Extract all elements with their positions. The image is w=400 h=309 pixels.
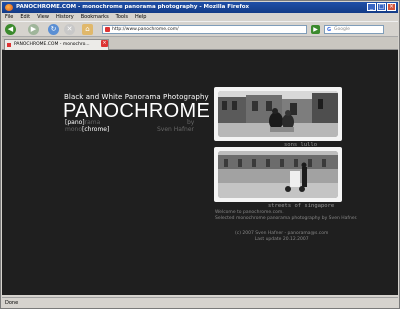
photo-streets-of-singapore-image <box>218 151 338 198</box>
panorama-image-2 <box>218 151 338 198</box>
close-button[interactable]: × <box>387 3 396 11</box>
word-mono: mono <box>65 126 82 133</box>
photo-streets-of-singapore[interactable] <box>214 147 342 202</box>
title-bar: PANOCHROME.COM - monochrome panorama pho… <box>2 2 398 13</box>
byline-by: by <box>187 119 195 126</box>
photo-sons-lullo-image <box>218 91 338 137</box>
google-icon: G <box>327 27 332 33</box>
menu-bar: File Edit View History Bookmarks Tools H… <box>2 13 398 21</box>
search-placeholder: Google <box>334 27 350 32</box>
menu-help[interactable]: Help <box>135 13 146 21</box>
photo-streets-caption: streets of singapore <box>268 203 335 209</box>
word-pano: [pano] <box>65 119 85 126</box>
panorama-image-1 <box>218 91 338 137</box>
word-rama: rama <box>84 119 101 126</box>
last-update-line: Last update 20.12.2007 <box>254 237 309 242</box>
address-bar[interactable]: http://www.panochrome.com/ <box>102 25 307 34</box>
tab-close-icon[interactable]: × <box>101 40 108 47</box>
wordplay-line-1: [pano]rama <box>65 119 100 126</box>
maximize-button[interactable]: □ <box>377 3 386 11</box>
menu-bookmarks[interactable]: Bookmarks <box>81 13 109 21</box>
welcome-line-2: Selected monochrome panorama photography… <box>215 216 358 221</box>
page-content: Black and White Panorama Photography PAN… <box>2 50 398 295</box>
address-bar-text: http://www.panochrome.com/ <box>112 27 179 32</box>
window-title: PANOCHROME.COM - monochrome panorama pho… <box>16 4 250 10</box>
back-arrow-icon[interactable]: ◀ <box>5 24 16 35</box>
go-button[interactable]: ▶ <box>311 25 320 34</box>
menu-view[interactable]: View <box>37 13 49 21</box>
menu-edit[interactable]: Edit <box>20 13 30 21</box>
browser-window: PANOCHROME.COM - monochrome panorama pho… <box>0 0 400 309</box>
window-controls: _ □ × <box>367 3 396 11</box>
menu-history[interactable]: History <box>56 13 74 21</box>
page-footer: (c) 2007 Sven Hafner - panorama@s.com La… <box>235 231 328 243</box>
menu-file[interactable]: File <box>5 13 13 21</box>
photo-sons-lullo[interactable] <box>214 87 342 141</box>
stop-icon[interactable]: ✕ <box>64 24 75 35</box>
word-chrome: [chrome] <box>82 126 110 133</box>
tab-strip: PANOCHROME.COM - monochro... × <box>2 37 398 50</box>
reload-icon[interactable]: ↻ <box>48 24 59 35</box>
search-input[interactable]: G Google <box>324 25 384 34</box>
firefox-icon <box>5 4 13 11</box>
home-icon[interactable]: ⌂ <box>82 24 93 35</box>
tab-label: PANOCHROME.COM - monochro... <box>14 42 90 47</box>
forward-arrow-icon[interactable]: ▶ <box>28 24 39 35</box>
site-favicon-icon <box>105 27 110 32</box>
status-text: Done <box>5 300 19 306</box>
wordplay-line-2: mono[chrome] <box>65 126 109 133</box>
status-bar: Done <box>2 297 398 308</box>
tab-panochrome[interactable]: PANOCHROME.COM - monochro... <box>4 39 109 50</box>
welcome-text: Welcome to panochrome.com. Selected mono… <box>215 210 357 222</box>
minimize-button[interactable]: _ <box>367 3 376 11</box>
navigation-toolbar: ◀ ▶ ↻ ✕ ⌂ http://www.panochrome.com/ ▶ G… <box>2 21 398 37</box>
byline-author: Sven Hafner <box>157 126 195 133</box>
menu-tools[interactable]: Tools <box>116 13 128 21</box>
tab-favicon-icon <box>7 43 11 47</box>
